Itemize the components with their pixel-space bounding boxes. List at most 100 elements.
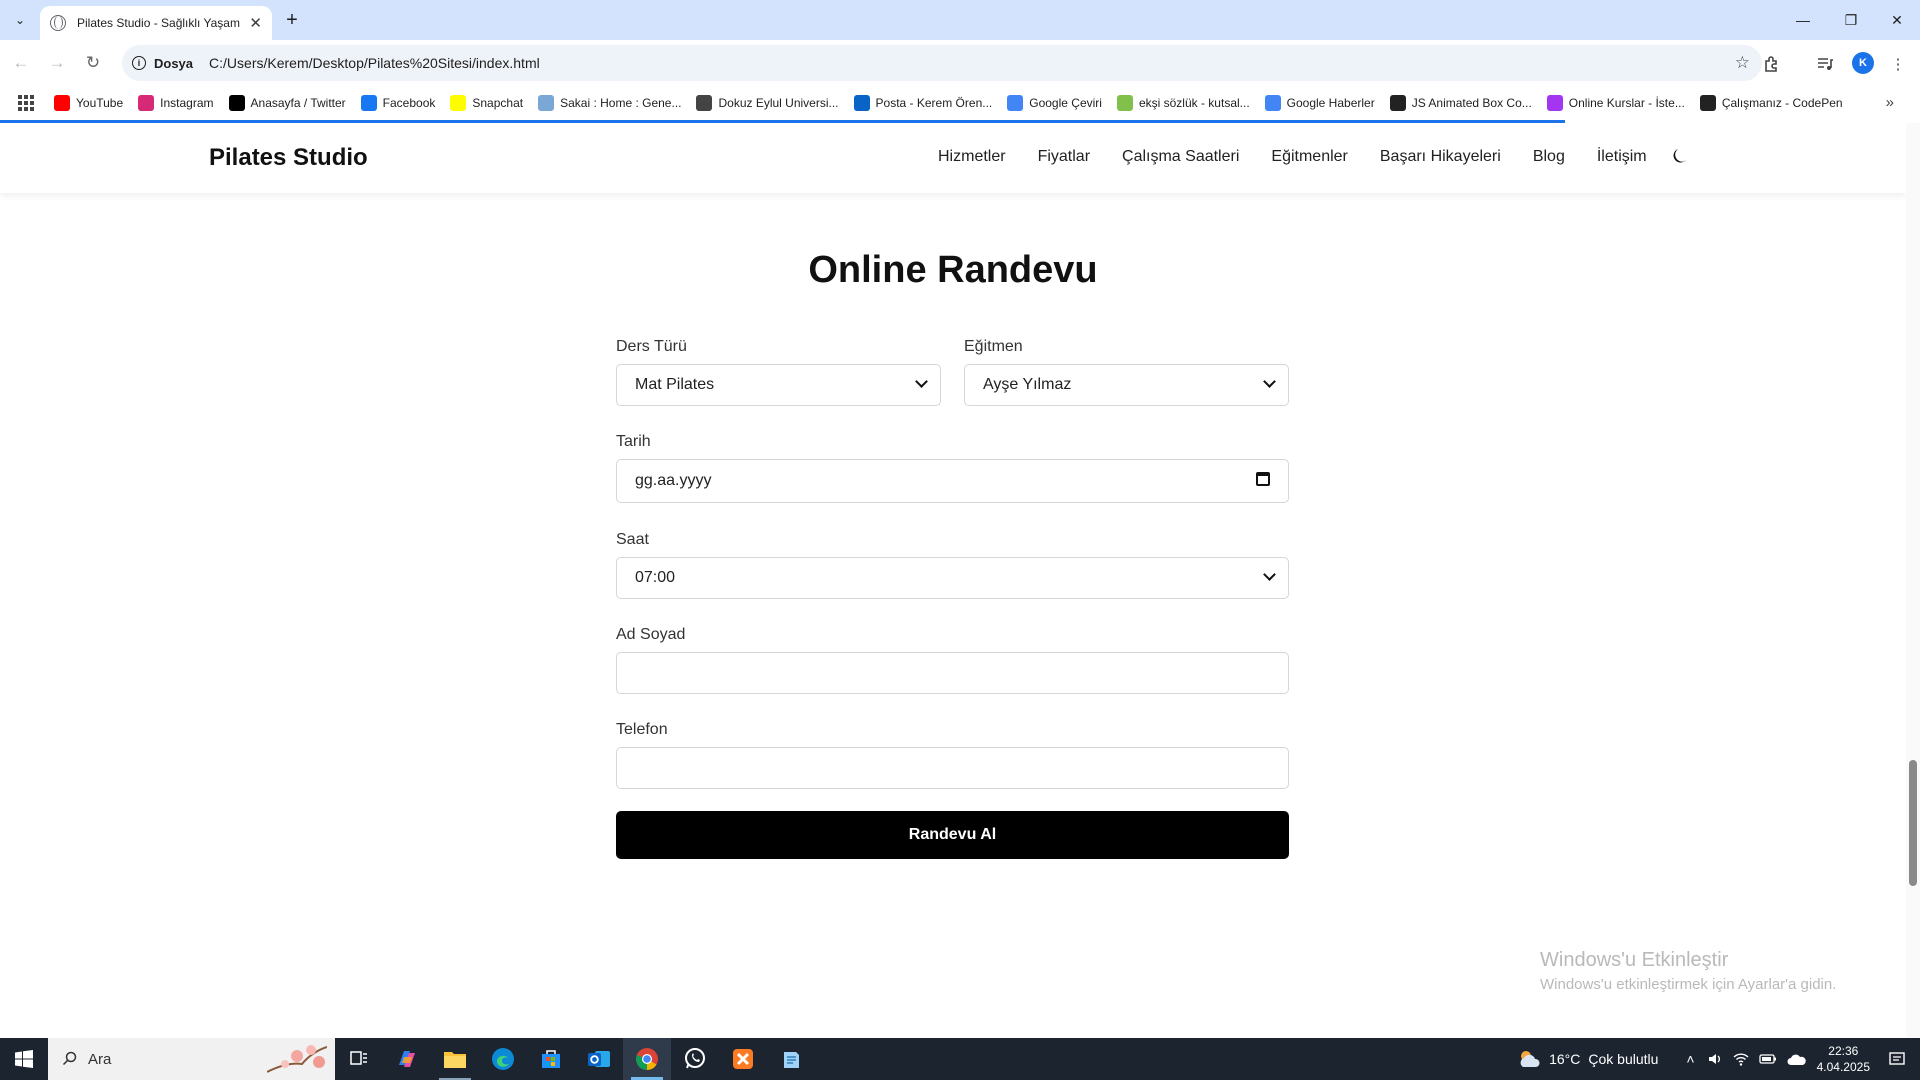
- browser-tab[interactable]: Pilates Studio - Sağlıklı Yaşamın ✕: [40, 6, 272, 40]
- taskbar-search[interactable]: Ara: [48, 1038, 335, 1080]
- phone-input[interactable]: [616, 747, 1289, 789]
- nav-link[interactable]: Çalışma Saatleri: [1122, 148, 1239, 166]
- time-value: 07:00: [635, 569, 676, 586]
- url-text[interactable]: C:/Users/Kerem/Desktop/Pilates%20Sitesi/…: [209, 55, 540, 71]
- globe-icon: [50, 15, 66, 31]
- nav-link[interactable]: İletişim: [1597, 148, 1647, 166]
- class-type-value: Mat Pilates: [635, 376, 715, 393]
- forward-button[interactable]: →: [44, 50, 70, 76]
- bookmark-item[interactable]: Sakai : Home : Gene...: [538, 95, 681, 111]
- snapchat-icon: [450, 95, 467, 111]
- bookmark-item[interactable]: Anasayfa / Twitter: [228, 95, 346, 111]
- date-placeholder: gg.aa.yyyy: [635, 472, 712, 489]
- back-button[interactable]: ←: [8, 50, 34, 76]
- bookmark-item[interactable]: Snapchat: [450, 95, 523, 111]
- taskbar-clock[interactable]: 22:36 4.04.2025: [1817, 1043, 1870, 1075]
- time-select[interactable]: 07:00: [616, 557, 1289, 599]
- windows-start-icon[interactable]: [0, 1038, 48, 1080]
- windows-taskbar: Ara 16°C Çok bulutlu ˄ 22:36 4.04.2025: [0, 1038, 1920, 1080]
- name-input[interactable]: [616, 652, 1289, 694]
- close-tab-icon[interactable]: ✕: [249, 14, 262, 32]
- instagram-icon: [138, 95, 155, 111]
- notepad-icon[interactable]: [767, 1038, 815, 1080]
- chevron-up-icon[interactable]: ˄: [1686, 1051, 1694, 1067]
- bookmark-item[interactable]: Dokuz Eylul Universi...: [696, 95, 839, 111]
- bookmark-list: YouTube Instagram Anasayfa / Twitter Facebo…: [54, 95, 1858, 111]
- file-explorer-icon[interactable]: [431, 1038, 479, 1080]
- browser-menu-icon[interactable]: ⋮: [1886, 52, 1910, 76]
- new-tab-button[interactable]: +: [280, 8, 304, 32]
- phone-label: Telefon: [616, 721, 668, 738]
- weather-desc[interactable]: Çok bulutlu: [1588, 1051, 1658, 1067]
- instructor-select[interactable]: Ayşe Yılmaz: [964, 364, 1289, 406]
- calendar-icon[interactable]: [1256, 472, 1270, 486]
- site-logo[interactable]: Pilates Studio: [209, 144, 368, 172]
- notifications-icon[interactable]: [1888, 1050, 1906, 1068]
- submit-booking-button[interactable]: Randevu Al: [616, 811, 1289, 859]
- bookmark-item[interactable]: JS Animated Box Co...: [1389, 95, 1532, 111]
- eksi-icon: [1116, 95, 1133, 111]
- microsoft-store-icon[interactable]: [527, 1038, 575, 1080]
- bookmark-label: Sakai : Home : Gene...: [560, 96, 682, 110]
- bookmark-item[interactable]: Google Haberler: [1264, 95, 1375, 111]
- address-bar[interactable]: i Dosya C:/Users/Kerem/Desktop/Pilates%2…: [122, 45, 1762, 81]
- moon-icon[interactable]: [1670, 146, 1690, 166]
- nav-link[interactable]: Fiyatlar: [1038, 148, 1090, 166]
- nav-link[interactable]: Blog: [1533, 148, 1565, 166]
- bookmark-label: Instagram: [160, 96, 214, 110]
- clock-time: 22:36: [1828, 1044, 1859, 1058]
- activation-title: Windows'u Etkinleştir: [1540, 949, 1729, 971]
- section-title: Online Randevu: [808, 249, 1098, 291]
- bookmark-item[interactable]: Posta - Kerem Ören...: [853, 95, 992, 111]
- bookmark-label: Online Kurslar - İste...: [1568, 96, 1685, 110]
- close-window-button[interactable]: ✕: [1874, 6, 1920, 34]
- info-icon[interactable]: i: [132, 56, 146, 70]
- reload-button[interactable]: ↻: [80, 50, 106, 76]
- bookmarks-bar: YouTube Instagram Anasayfa / Twitter Facebo…: [0, 86, 1920, 120]
- profile-avatar[interactable]: K: [1852, 52, 1874, 74]
- bookmark-item[interactable]: Çalışmanız - CodePen: [1699, 95, 1843, 111]
- edge-icon[interactable]: [479, 1038, 527, 1080]
- bookmark-item[interactable]: Facebook: [360, 95, 435, 111]
- outlook-icon[interactable]: [575, 1038, 623, 1080]
- media-controls-icon[interactable]: [1813, 52, 1837, 76]
- battery-icon[interactable]: [1758, 1052, 1777, 1066]
- xampp-icon[interactable]: [719, 1038, 767, 1080]
- scrollbar-track[interactable]: [1906, 123, 1920, 1038]
- scrollbar-thumb[interactable]: [1909, 760, 1917, 886]
- more-bookmarks-icon[interactable]: »: [1886, 94, 1894, 111]
- tab-strip: ⌄ Pilates Studio - Sağlıklı Yaşamın ✕ + …: [0, 0, 1920, 40]
- outlook-icon: [853, 95, 870, 111]
- chrome-icon[interactable]: [623, 1038, 671, 1080]
- translate-icon: [1007, 95, 1024, 111]
- nav-link[interactable]: Eğitmenler: [1271, 148, 1347, 166]
- site-header: Pilates Studio Hizmetler Fiyatlar Çalışma …: [0, 123, 1906, 193]
- bookmark-item[interactable]: Google Çeviri: [1007, 95, 1102, 111]
- task-view-icon[interactable]: [335, 1038, 383, 1080]
- system-tray: 16°C Çok bulutlu ˄ 22:36 4.04.2025: [1517, 1038, 1920, 1080]
- apps-grid-icon[interactable]: [18, 95, 34, 111]
- globe-icon: [696, 95, 713, 111]
- nav-link[interactable]: Hizmetler: [938, 148, 1006, 166]
- extensions-icon[interactable]: [1760, 52, 1784, 76]
- weather-cloud-icon[interactable]: [1517, 1048, 1543, 1070]
- copilot-icon[interactable]: [383, 1038, 431, 1080]
- restore-button[interactable]: ❐: [1828, 6, 1874, 34]
- bookmark-item[interactable]: Instagram: [138, 95, 214, 111]
- bookmark-star-icon[interactable]: ☆: [1735, 53, 1750, 73]
- onedrive-icon[interactable]: [1787, 1052, 1807, 1066]
- nav-link[interactable]: Başarı Hikayeleri: [1380, 148, 1501, 166]
- bookmark-item[interactable]: Online Kurslar - İste...: [1546, 95, 1685, 111]
- date-input[interactable]: gg.aa.yyyy: [616, 459, 1289, 503]
- volume-icon[interactable]: [1707, 1051, 1723, 1067]
- bookmark-item[interactable]: ekşi sözlük - kutsal...: [1116, 95, 1250, 111]
- bookmark-item[interactable]: YouTube: [54, 95, 123, 111]
- minimize-button[interactable]: —: [1780, 6, 1826, 34]
- weather-temp[interactable]: 16°C: [1549, 1051, 1580, 1067]
- wifi-icon[interactable]: [1733, 1051, 1749, 1067]
- chevron-down-icon: [1263, 375, 1276, 388]
- whatsapp-icon[interactable]: [671, 1038, 719, 1080]
- tab-search-button[interactable]: ⌄: [6, 7, 34, 33]
- class-type-select[interactable]: Mat Pilates: [616, 364, 941, 406]
- udemy-icon: [1546, 95, 1563, 111]
